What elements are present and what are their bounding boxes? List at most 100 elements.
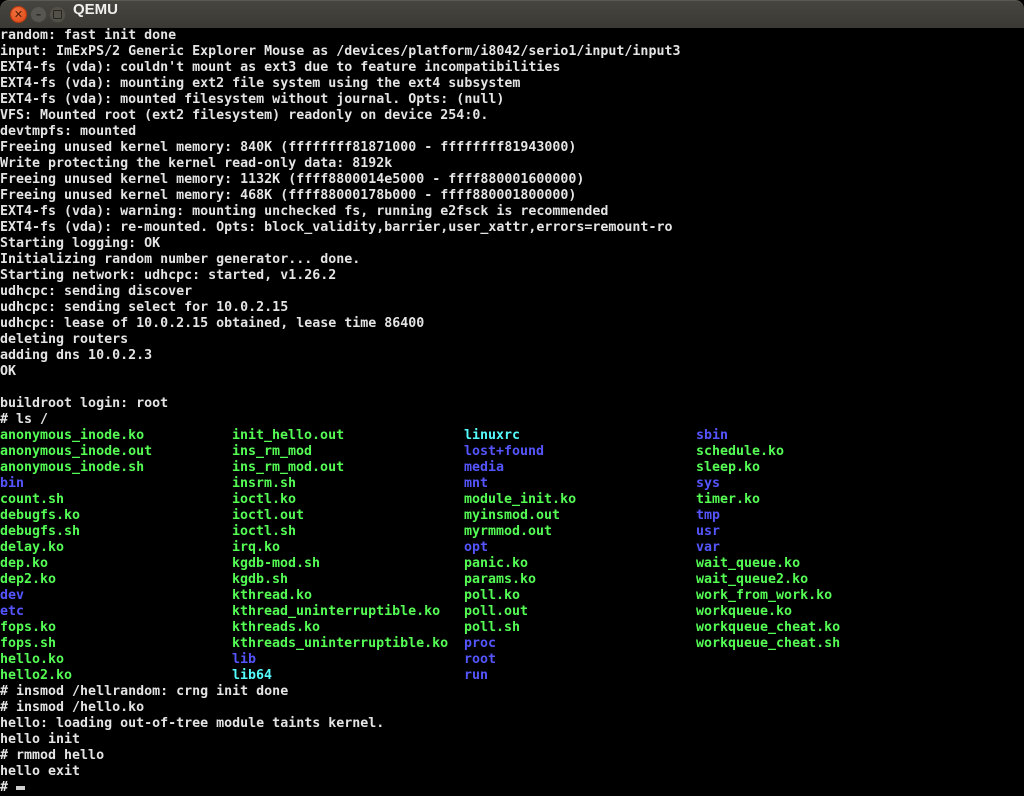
ls-entry-exec: poll.out [464, 604, 696, 620]
terminal-line: Write protecting the kernel read-only da… [0, 156, 1024, 172]
ls-entry-exec: workqueue_cheat.sh [696, 636, 1024, 652]
ls-row: etckthread_uninterruptible.kopoll.outwor… [0, 604, 1024, 620]
ls-entry-exec: kthreads_uninterruptible.ko [232, 636, 464, 652]
ls-row: fops.shkthreads_uninterruptible.koprocwo… [0, 636, 1024, 652]
ls-row: count.shioctl.komodule_init.kotimer.ko [0, 492, 1024, 508]
terminal-line: input: ImExPS/2 Generic Explorer Mouse a… [0, 44, 1024, 60]
ls-entry-dir: opt [464, 540, 696, 556]
ls-output: anonymous_inode.koinit_hello.outlinuxrcs… [0, 428, 1024, 684]
terminal-line: hello init [0, 732, 1024, 748]
ls-entry-exec: anonymous_inode.out [0, 444, 232, 460]
ls-entry-exec: timer.ko [696, 492, 1024, 508]
ls-entry-exec: hello.ko [0, 652, 232, 668]
prompt-text: # [0, 780, 16, 795]
ls-entry-exec: poll.ko [464, 588, 696, 604]
ls-entry-exec: myinsmod.out [464, 508, 696, 524]
terminal-line: Freeing unused kernel memory: 1132K (fff… [0, 172, 1024, 188]
window-titlebar[interactable]: ✕ – QEMU [0, 0, 1024, 28]
ls-row: delay.koirq.kooptvar [0, 540, 1024, 556]
minimize-icon: – [36, 9, 42, 20]
ls-entry-exec: delay.ko [0, 540, 232, 556]
window-title: QEMU [73, 1, 118, 29]
ls-entry-dir: dev [0, 588, 232, 604]
close-icon: ✕ [14, 9, 23, 20]
ls-entry-dir: root [464, 652, 696, 668]
terminal-line: EXT4-fs (vda): mounting ext2 file system… [0, 76, 1024, 92]
ls-row: devkthread.kopoll.kowork_from_work.ko [0, 588, 1024, 604]
terminal-line: Initializing random number generator... … [0, 252, 1024, 268]
ls-entry-exec: count.sh [0, 492, 232, 508]
ls-entry-exec: poll.sh [464, 620, 696, 636]
ls-entry-exec: debugfs.ko [0, 508, 232, 524]
ls-entry-exec: fops.sh [0, 636, 232, 652]
ls-entry-dir: lib [232, 652, 464, 668]
terminal-line: deleting routers [0, 332, 1024, 348]
ls-entry-exec: work_from_work.ko [696, 588, 1024, 604]
ls-entry-dir: mnt [464, 476, 696, 492]
ls-entry-exec: myrmmod.out [464, 524, 696, 540]
maximize-button[interactable] [49, 6, 66, 23]
ls-entry-exec: kthread_uninterruptible.ko [232, 604, 464, 620]
ls-entry-link: lib64 [232, 668, 464, 684]
ls-entry-exec: ioctl.ko [232, 492, 464, 508]
terminal-line: # rmmod hello [0, 748, 1024, 764]
terminal-line: hello exit [0, 764, 1024, 780]
ls-entry-exec: kthread.ko [232, 588, 464, 604]
ls-row: debugfs.koioctl.outmyinsmod.outtmp [0, 508, 1024, 524]
terminal-line: udhcpc: lease of 10.0.2.15 obtained, lea… [0, 316, 1024, 332]
ls-entry-exec: anonymous_inode.sh [0, 460, 232, 476]
ls-row: hello2.kolib64run [0, 668, 1024, 684]
terminal-line: Starting network: udhcpc: started, v1.26… [0, 268, 1024, 284]
ls-entry-exec: params.ko [464, 572, 696, 588]
ls-entry-exec: fops.ko [0, 620, 232, 636]
terminal-line: Freeing unused kernel memory: 840K (ffff… [0, 140, 1024, 156]
ls-row: bininsrm.shmntsys [0, 476, 1024, 492]
shell-log: # insmod /hellrandom: crng init done# in… [0, 684, 1024, 780]
ls-entry-exec: module_init.ko [464, 492, 696, 508]
terminal-line: # insmod /hello.ko [0, 700, 1024, 716]
ls-entry-dir: sys [696, 476, 1024, 492]
ls-entry-link: linuxrc [464, 428, 696, 444]
ls-row: anonymous_inode.shins_rm_mod.outmediasle… [0, 460, 1024, 476]
terminal-line: random: fast init done [0, 28, 1024, 44]
ls-entry-exec: workqueue_cheat.ko [696, 620, 1024, 636]
terminal-line: devtmpfs: mounted [0, 124, 1024, 140]
terminal-line: Starting logging: OK [0, 236, 1024, 252]
ls-row: anonymous_inode.koinit_hello.outlinuxrcs… [0, 428, 1024, 444]
ls-entry-exec: schedule.ko [696, 444, 1024, 460]
minimize-button[interactable]: – [30, 6, 47, 23]
terminal-line: EXT4-fs (vda): mounted filesystem withou… [0, 92, 1024, 108]
ls-entry-exec: ioctl.out [232, 508, 464, 524]
terminal-line: udhcpc: sending select for 10.0.2.15 [0, 300, 1024, 316]
ls-entry-dir: sbin [696, 428, 1024, 444]
ls-row: dep.kokgdb-mod.shpanic.kowait_queue.ko [0, 556, 1024, 572]
close-button[interactable]: ✕ [10, 6, 27, 23]
ls-entry-dir: bin [0, 476, 232, 492]
ls-entry-exec: dep.ko [0, 556, 232, 572]
ls-entry-exec: panic.ko [464, 556, 696, 572]
ls-entry-exec: ins_rm_mod [232, 444, 464, 460]
ls-entry-exec: irq.ko [232, 540, 464, 556]
ls-entry-dir: proc [464, 636, 696, 652]
ls-entry-exec: insrm.sh [232, 476, 464, 492]
terminal-line: # ls / [0, 412, 1024, 428]
ls-entry-exec: ioctl.sh [232, 524, 464, 540]
ls-entry-exec: hello2.ko [0, 668, 232, 684]
ls-entry-exec: debugfs.sh [0, 524, 232, 540]
ls-entry-exec: kgdb.sh [232, 572, 464, 588]
terminal-screen[interactable]: random: fast init doneinput: ImExPS/2 Ge… [0, 28, 1024, 796]
terminal-line: hello: loading out-of-tree module taints… [0, 716, 1024, 732]
ls-row: dep2.kokgdb.shparams.kowait_queue2.ko [0, 572, 1024, 588]
terminal-line [0, 380, 1024, 396]
ls-entry-exec: kthreads.ko [232, 620, 464, 636]
ls-entry-exec: ins_rm_mod.out [232, 460, 464, 476]
ls-entry-exec: workqueue.ko [696, 604, 1024, 620]
text-cursor [16, 786, 25, 790]
ls-row: anonymous_inode.outins_rm_modlost+founds… [0, 444, 1024, 460]
maximize-icon [53, 10, 62, 19]
ls-entry-dir: tmp [696, 508, 1024, 524]
terminal-line: udhcpc: sending discover [0, 284, 1024, 300]
terminal-line: # insmod /hellrandom: crng init done [0, 684, 1024, 700]
terminal-line: OK [0, 364, 1024, 380]
ls-entry-dir: usr [696, 524, 1024, 540]
